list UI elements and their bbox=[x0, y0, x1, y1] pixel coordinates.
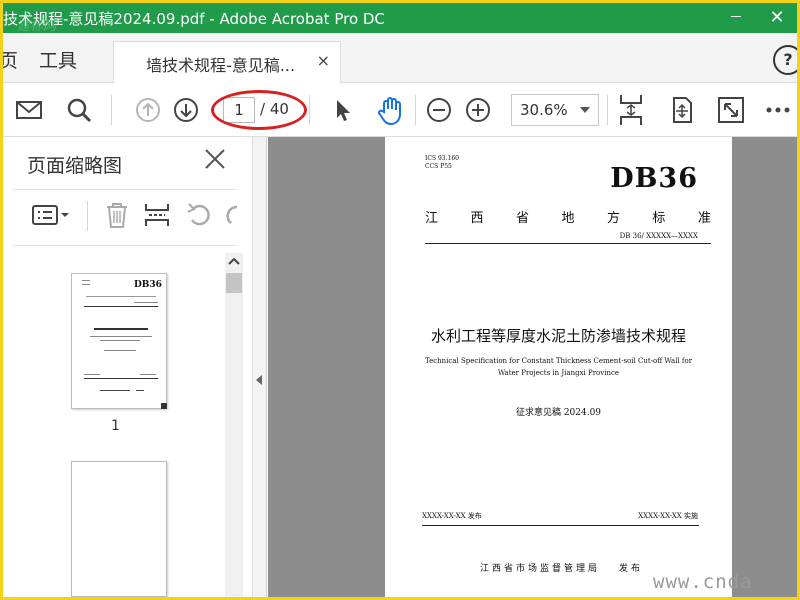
panel-divider bbox=[13, 245, 237, 246]
province-char: 方 bbox=[606, 211, 620, 226]
scroll-up-icon[interactable] bbox=[225, 253, 243, 271]
close-window-button[interactable]: ✕ bbox=[757, 3, 797, 33]
thumbnail-page-number: 1 bbox=[111, 418, 120, 434]
panel-divider bbox=[13, 189, 237, 190]
document-viewport[interactable]: ICS 93.160 CCS P55 DB36 江 西 省 地 方 标 准 DB… bbox=[268, 137, 797, 597]
thumbnail-db-label: DB36 bbox=[134, 280, 162, 290]
thumbnail-selection-marker bbox=[161, 403, 167, 409]
help-button[interactable]: ? bbox=[773, 45, 797, 75]
thumbnail-scrollbar[interactable] bbox=[225, 253, 243, 597]
tools-tab[interactable]: 工具 bbox=[39, 46, 77, 73]
fit-page-icon[interactable] bbox=[617, 93, 645, 127]
next-page-icon[interactable] bbox=[172, 96, 200, 124]
pdf-page: ICS 93.160 CCS P55 DB36 江 西 省 地 方 标 准 DB… bbox=[385, 137, 732, 597]
province-char: 地 bbox=[561, 211, 575, 226]
province-char: 江 bbox=[425, 211, 439, 226]
title-english: Technical Specification for Constant Thi… bbox=[424, 357, 693, 377]
chevron-down-icon bbox=[580, 107, 590, 113]
province-standard-line: 江 西 省 地 方 标 准 bbox=[425, 207, 711, 226]
toolbar-divider bbox=[607, 95, 608, 125]
publish-date: XXXX-XX-XX 发布 bbox=[422, 512, 482, 520]
menu-tab-bar: 页 工具 墙技术规程-意见稿... × ? bbox=[3, 33, 797, 83]
issuer-suffix: 发布 bbox=[619, 564, 644, 574]
insert-page-icon[interactable] bbox=[143, 201, 171, 229]
collapse-arrow-icon bbox=[256, 375, 262, 385]
implement-date: XXXX-XX-XX 实施 bbox=[638, 512, 698, 520]
header-rule bbox=[425, 243, 711, 244]
standard-number: DB 36/ XXXXX—XXXX bbox=[619, 232, 698, 240]
zoom-level-dropdown[interactable]: 30.6% bbox=[511, 94, 599, 126]
toolbar: 1 / 40 30.6% bbox=[3, 83, 797, 137]
zoom-in-icon[interactable] bbox=[464, 96, 492, 124]
province-char: 省 bbox=[515, 211, 529, 226]
thumbnails-panel: 页面缩略图 DB36 1 bbox=[3, 137, 253, 597]
toolbar-divider bbox=[415, 95, 416, 125]
draft-label: 征求意见稿 2024.09 bbox=[515, 408, 602, 418]
home-tab[interactable]: 页 bbox=[3, 46, 18, 73]
standard-code-heading: DB36 bbox=[610, 163, 698, 194]
rotate-clockwise-icon[interactable] bbox=[223, 201, 237, 229]
acrobat-window: 技术规程-意见稿2024.09.pdf - Adobe Acrobat Pro … bbox=[3, 3, 797, 597]
close-tab-button[interactable]: × bbox=[317, 51, 330, 70]
email-icon[interactable] bbox=[15, 96, 43, 124]
search-icon[interactable] bbox=[65, 96, 93, 124]
watermark-logo: 建标网 bbox=[17, 19, 57, 34]
fit-width-icon[interactable] bbox=[668, 96, 696, 124]
issuing-authority: 江西省市场监督管理局 bbox=[480, 564, 601, 574]
title-bar: 技术规程-意见稿2024.09.pdf - Adobe Acrobat Pro … bbox=[3, 3, 797, 33]
zoom-level-value: 30.6% bbox=[520, 101, 568, 119]
select-cursor-icon[interactable] bbox=[329, 96, 357, 124]
page-thumbnail-2[interactable] bbox=[71, 461, 167, 597]
full-screen-icon[interactable] bbox=[717, 96, 745, 124]
highlight-annotation-oval bbox=[211, 90, 307, 130]
close-panel-icon[interactable] bbox=[203, 147, 227, 171]
thumbnail-options-icon[interactable] bbox=[31, 201, 73, 229]
panel-title: 页面缩略图 bbox=[27, 155, 123, 177]
delete-page-icon[interactable] bbox=[103, 201, 131, 229]
document-tab-label: 墙技术规程-意见稿... bbox=[146, 56, 296, 75]
panel-collapse-handle[interactable] bbox=[253, 137, 267, 597]
rotate-counterclockwise-icon[interactable] bbox=[185, 201, 213, 229]
province-char: 准 bbox=[697, 211, 711, 226]
toolbar-divider bbox=[309, 95, 310, 125]
title-chinese: 水利工程等厚度水泥土防渗墙技术规程 bbox=[430, 327, 686, 345]
zoom-out-icon[interactable] bbox=[425, 96, 453, 124]
more-options-icon[interactable] bbox=[765, 96, 793, 124]
province-char: 标 bbox=[652, 211, 666, 226]
toolbar-divider bbox=[111, 95, 112, 125]
footer-rule bbox=[422, 525, 699, 526]
scrollbar-thumb[interactable] bbox=[226, 273, 242, 293]
ics-code: ICS 93.160 CCS P55 bbox=[425, 155, 459, 171]
ics-number: ICS 93.160 bbox=[425, 155, 459, 162]
hand-tool-icon[interactable] bbox=[375, 94, 407, 126]
window-title: 技术规程-意见稿2024.09.pdf - Adobe Acrobat Pro … bbox=[3, 10, 385, 28]
previous-page-icon[interactable] bbox=[134, 96, 162, 124]
document-tab[interactable]: 墙技术规程-意见稿... × bbox=[113, 41, 341, 83]
panel-toolbar-divider bbox=[87, 201, 88, 231]
ccs-number: CCS P55 bbox=[425, 163, 452, 170]
watermark-url: www.cnda bbox=[653, 571, 753, 593]
province-char: 西 bbox=[470, 211, 484, 226]
page-thumbnail-1[interactable]: DB36 bbox=[71, 273, 167, 409]
minimize-button[interactable] bbox=[723, 5, 749, 29]
